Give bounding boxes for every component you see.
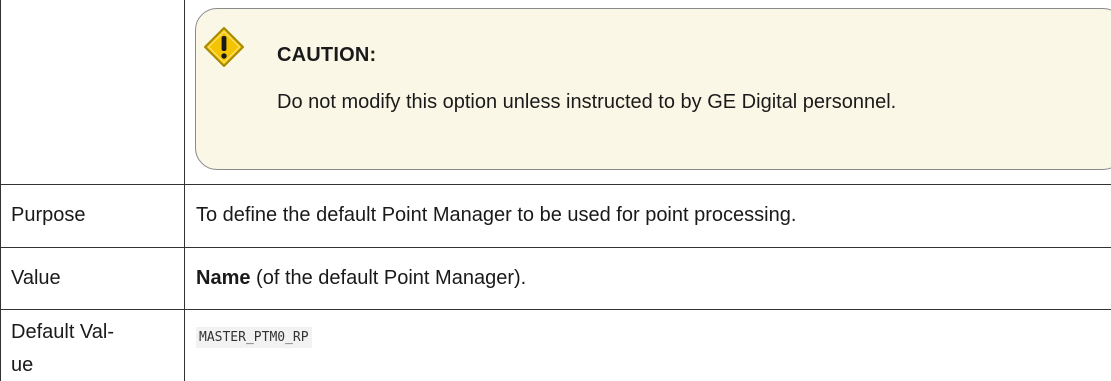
column-divider [184,0,185,381]
caution-text: Do not modify this option unless instruc… [277,91,897,113]
warning-diamond-icon [204,27,244,67]
row-divider [0,247,1111,248]
value-description: Name (of the default Point Manager). [196,267,526,290]
value-description-rest: (of the default Point Manager). [250,267,527,289]
row-divider [0,184,1111,185]
default-value-code-text: MASTER_PTM0_RP [196,327,312,348]
purpose-value: To define the default Point Manager to b… [196,204,797,226]
left-border [0,0,1,381]
value-label: Value [11,267,61,289]
default-value-code: MASTER_PTM0_RP [196,324,312,348]
default-value-label-line2: ue [11,354,34,376]
default-value-label-line1: Default Val- [11,321,115,343]
row-divider [0,309,1111,310]
purpose-label: Purpose [11,204,86,226]
caution-title: CAUTION: [277,44,377,66]
options-table: CAUTION: Do not modify this option unles… [0,0,1111,381]
caution-box [195,8,1111,170]
value-name-bold: Name [196,267,251,289]
